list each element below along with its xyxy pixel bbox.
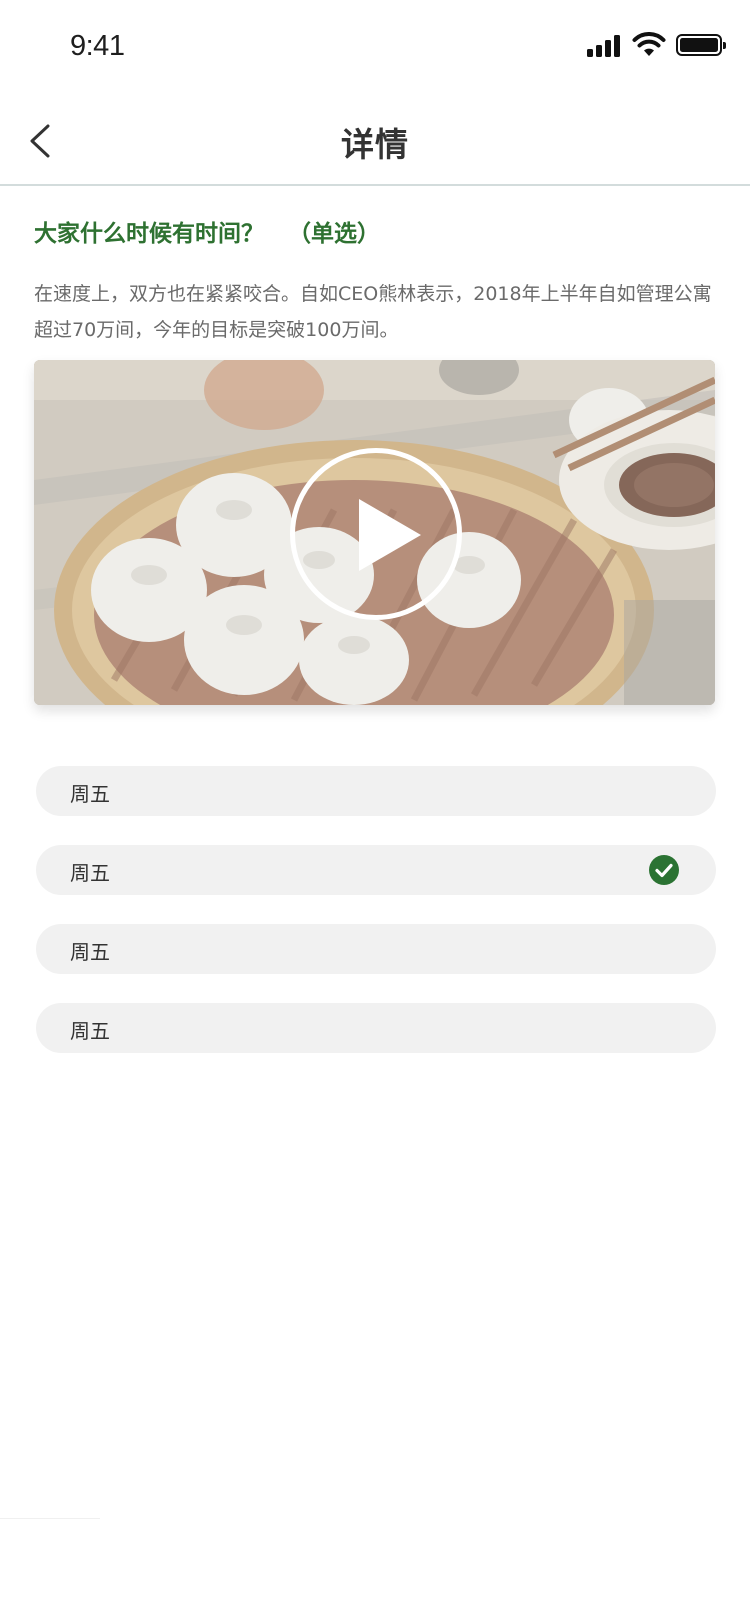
question-title-text: 大家什么时候有时间？ (34, 221, 264, 247)
option-item[interactable]: 周五 (36, 1003, 716, 1053)
option-item[interactable]: 周五 (36, 766, 716, 816)
status-time: 9:41 (70, 30, 125, 62)
bottom-divider (0, 1518, 100, 1519)
play-icon (359, 499, 421, 571)
page-title: 详情 (341, 125, 409, 164)
status-icons (587, 32, 726, 58)
cellular-signal-icon (587, 33, 620, 57)
video-player[interactable] (34, 360, 715, 705)
question-type-label: （单选） (288, 221, 380, 247)
option-item-selected[interactable]: 周五 (36, 845, 716, 895)
option-label: 周五 (70, 1019, 110, 1043)
nav-bar: 详情 (0, 96, 750, 186)
screen: 9:41 详情 大家什么时候有时间？ （单选） 在速度上，双方也在紧紧咬合。自如C… (0, 0, 750, 1624)
option-list: 周五 周五 周五 周五 (36, 766, 716, 1082)
option-label: 周五 (70, 940, 110, 964)
battery-icon (676, 34, 726, 56)
option-label: 周五 (70, 782, 110, 806)
play-button[interactable] (290, 448, 462, 620)
option-label: 周五 (70, 861, 110, 885)
question-description: 在速度上，双方也在紧紧咬合。自如CEO熊林表示，2018年上半年自如管理公寓超过… (34, 283, 712, 341)
check-circle-icon (649, 855, 679, 885)
wifi-icon (632, 32, 666, 56)
question-title: 大家什么时候有时间？ （单选） (34, 214, 380, 248)
status-bar: 9:41 (0, 0, 750, 96)
option-item[interactable]: 周五 (36, 924, 716, 974)
